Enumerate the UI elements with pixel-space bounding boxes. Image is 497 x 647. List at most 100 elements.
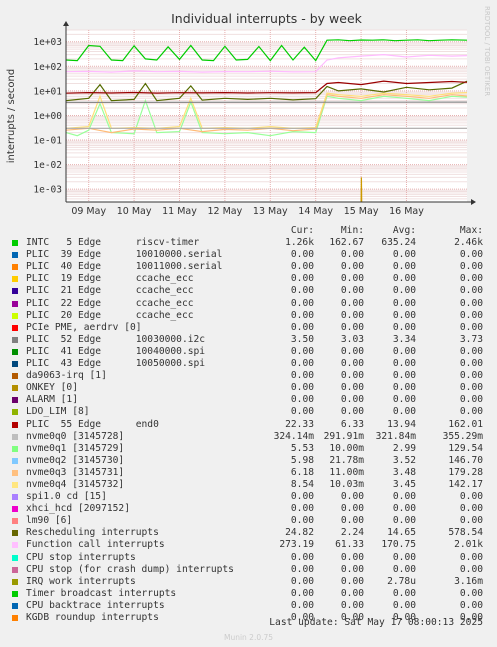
legend-min: 0.00 <box>340 309 364 321</box>
legend-name: PLIC 43 Edge 10050000.spi <box>26 358 206 370</box>
legend-name: PLIC 19 Edge ccache_ecc <box>26 273 194 285</box>
legend-cur: 0.00 <box>290 261 314 273</box>
legend-min: 0.00 <box>340 358 364 370</box>
y-tick-label: 1e+03 <box>33 37 62 48</box>
legend-swatch <box>12 494 18 501</box>
legend-max: 129.54 <box>448 442 483 454</box>
legend-row: spi1.0 cd [15] 0.00 0.00 0.00 0.00 <box>12 491 492 503</box>
legend-min: 0.00 <box>340 394 364 406</box>
legend-row: nvme0q1 [3145729] 5.53 10.00m 2.99 129.54 <box>12 443 492 455</box>
legend-row: PLIC 40 Edge 10011000.serial 0.00 0.00 0.00… <box>12 261 492 273</box>
legend-name: ONKEY [0] <box>26 382 78 394</box>
legend-cur: 0.00 <box>290 551 314 563</box>
legend-avg: 0.00 <box>392 321 416 333</box>
rrdtool-watermark: RRDTOOL / TOBI OETIKER <box>483 6 491 96</box>
legend-row: nvme0q0 [3145728] 324.14m 291.91m 321.84m 35… <box>12 431 492 443</box>
legend-swatch <box>12 300 18 307</box>
legend-row: PLIC 55 Edge end0 22.33 6.33 13.94 162.01 <box>12 419 492 431</box>
legend-row: PLIC 39 Edge 10010000.serial 0.00 0.00 0.00… <box>12 249 492 261</box>
legend-swatch <box>12 506 18 513</box>
legend-swatch <box>12 433 18 440</box>
legend-cur: 5.53 <box>290 442 314 454</box>
x-tick-label: 15 May <box>344 206 379 217</box>
x-tick-label: 12 May <box>208 206 243 217</box>
x-tick-label: 14 May <box>298 206 333 217</box>
legend-max: 0.00 <box>459 503 483 515</box>
legend-max: 0.00 <box>459 285 483 297</box>
legend-row: nvme0q2 [3145730] 5.98 21.78m 3.52 146.70 <box>12 455 492 467</box>
legend-cur: 22.33 <box>285 418 314 430</box>
x-tick-label: 16 May <box>389 206 424 217</box>
legend-avg: 0.00 <box>392 382 416 394</box>
legend-name: CPU stop interrupts <box>26 551 136 563</box>
legend-min: 0.00 <box>340 382 364 394</box>
legend-swatch <box>12 469 18 476</box>
legend-min: 0.00 <box>340 503 364 515</box>
legend-cur: 3.50 <box>290 333 314 345</box>
legend-swatch <box>12 240 18 247</box>
legend-name: CPU stop (for crash dump) interrupts <box>26 563 234 575</box>
legend-row: da9063-irq [1] 0.00 0.00 0.00 0.00 <box>12 370 492 382</box>
legend-min: 11.00m <box>329 466 364 478</box>
legend-swatch <box>12 530 18 537</box>
legend-name: nvme0q1 [3145729] <box>26 442 125 454</box>
legend-min: 21.78m <box>329 454 364 466</box>
legend-avg: 0.00 <box>392 345 416 357</box>
footer-version: Munin 2.0.75 <box>223 633 274 642</box>
legend-name: PLIC 22 Edge ccache_ecc <box>26 297 194 309</box>
legend-header-min: Min: <box>340 225 364 236</box>
legend-swatch <box>12 276 18 283</box>
legend-swatch <box>12 312 18 319</box>
legend-cur: 0.00 <box>290 587 314 599</box>
legend-swatch <box>12 590 18 597</box>
legend-avg: 0.00 <box>392 587 416 599</box>
legend-max: 355.29m <box>442 430 483 442</box>
legend-avg: 2.99 <box>392 442 416 454</box>
legend-row: PLIC 21 Edge ccache_ecc 0.00 0.00 0.00 0.00 <box>12 285 492 297</box>
chart-title: Individual interrupts - by week <box>171 11 363 26</box>
legend-name: Function call interrupts <box>26 539 165 551</box>
legend-avg: 0.00 <box>392 273 416 285</box>
y-axis-arrow <box>63 21 69 26</box>
legend-name: PLIC 55 Edge end0 <box>26 418 159 430</box>
legend-avg: 0.00 <box>392 261 416 273</box>
legend-name: PLIC 39 Edge 10010000.serial <box>26 249 223 261</box>
legend-row: xhci_hcd [2097152] 0.00 0.00 0.00 0.00 <box>12 503 492 515</box>
legend-cur: 0.00 <box>290 297 314 309</box>
legend-min: 0.00 <box>340 575 364 587</box>
legend-cur: 0.00 <box>290 382 314 394</box>
legend-name: PCIe PME, aerdrv [0] <box>26 321 142 333</box>
legend-cur: 0.00 <box>290 249 314 261</box>
legend-max: 0.00 <box>459 370 483 382</box>
y-tick-label: 1e-03 <box>33 185 62 196</box>
legend-avg: 0.00 <box>392 297 416 309</box>
y-axis-label: interrupts / second <box>6 69 17 163</box>
legend-name: PLIC 20 Edge ccache_ecc <box>26 309 194 321</box>
legend-min: 6.33 <box>340 418 364 430</box>
legend-swatch <box>12 361 18 368</box>
legend-row: Timer broadcast interrupts 0.00 0.00 0.00 0.… <box>12 588 492 600</box>
legend-max: 2.01k <box>454 539 483 551</box>
last-update: Last update: Sat May 17 08:00:13 2025 <box>269 617 483 628</box>
legend-cur: 0.00 <box>290 491 314 503</box>
legend-name: KGDB roundup interrupts <box>26 612 159 623</box>
legend-min: 10.00m <box>329 442 364 454</box>
legend-swatch <box>12 288 18 295</box>
y-tick-label: 1e+01 <box>33 86 62 97</box>
legend-avg: 0.00 <box>392 394 416 406</box>
legend-name: ALARM [1] <box>26 394 78 406</box>
legend-min: 2.24 <box>340 527 364 539</box>
legend-name: da9063-irq [1] <box>26 370 107 382</box>
legend-row: CPU stop interrupts 0.00 0.00 0.00 0.00 <box>12 552 492 564</box>
legend-swatch <box>12 554 18 561</box>
legend-cur: 0.00 <box>290 370 314 382</box>
legend-avg: 13.94 <box>387 418 416 430</box>
legend-name: PLIC 21 Edge ccache_ecc <box>26 285 194 297</box>
legend-cur: 1.26k <box>285 237 314 249</box>
legend-max: 0.00 <box>459 273 483 285</box>
legend-avg: 321.84m <box>375 430 416 442</box>
legend-max: 0.00 <box>459 515 483 527</box>
legend-name: xhci_hcd [2097152] <box>26 503 130 515</box>
legend-avg: 0.00 <box>392 249 416 261</box>
legend-avg: 0.00 <box>392 515 416 527</box>
